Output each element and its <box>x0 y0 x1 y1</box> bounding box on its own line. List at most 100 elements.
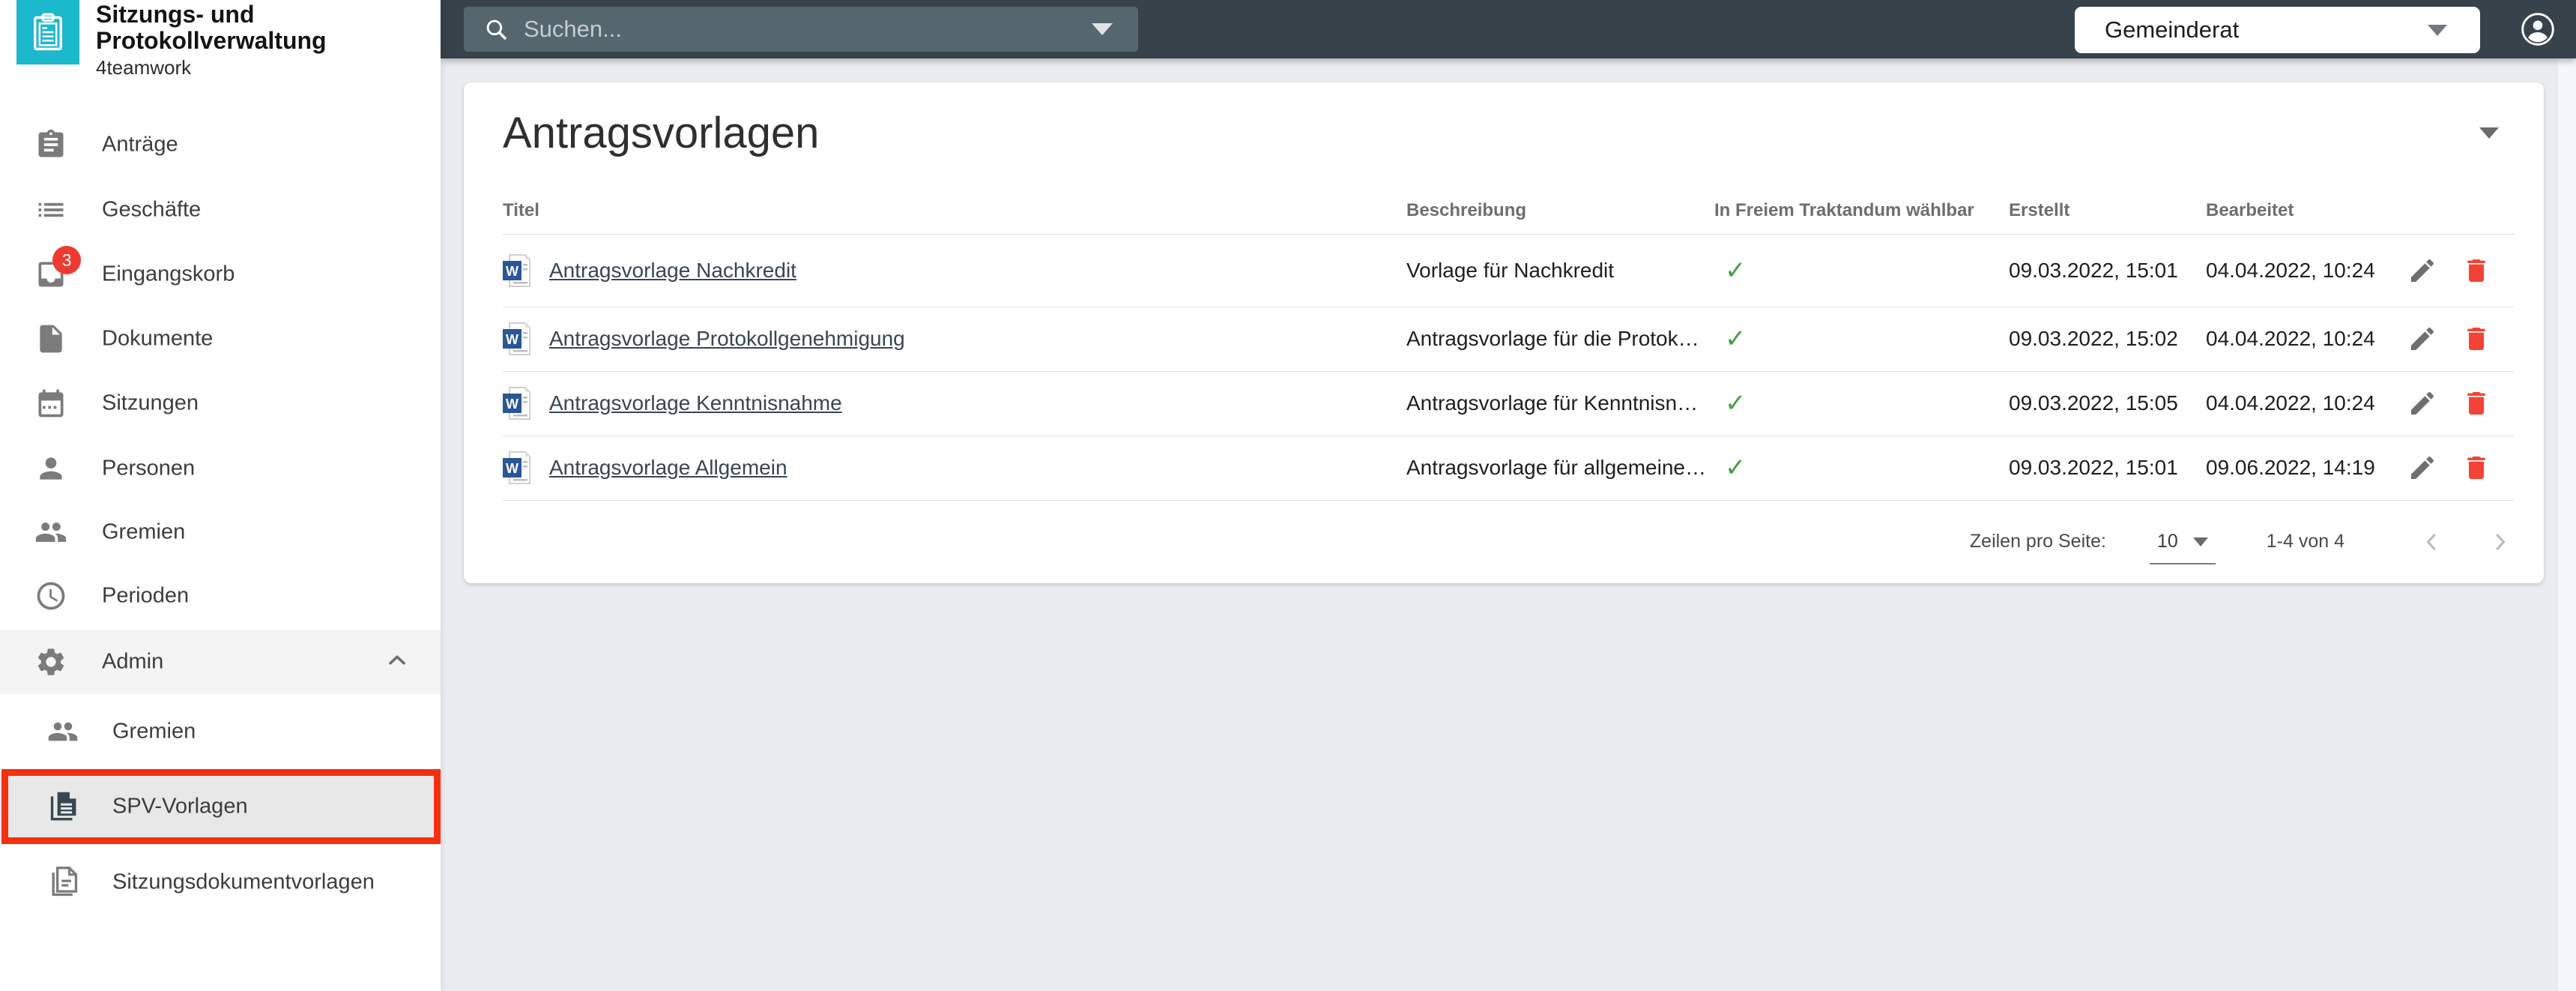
sidebar-item-antraege[interactable]: Anträge <box>0 112 441 177</box>
sidebar: Sitzungs- und Protokollverwaltung 4teamw… <box>0 0 441 991</box>
sidebar-item-label: Geschäfte <box>102 198 201 223</box>
column-header-beschreibung: Beschreibung <box>1406 200 1714 221</box>
rows-per-page-select[interactable]: 10 <box>2153 531 2213 552</box>
app-logo <box>16 0 79 64</box>
sidebar-item-label: Personen <box>102 457 195 481</box>
app-title: Sitzungs- und Protokollverwaltung 4teamw… <box>96 1 327 79</box>
clipboard-icon <box>33 127 69 163</box>
scrollbar-track[interactable] <box>2558 58 2576 991</box>
svg-text:W: W <box>506 332 518 347</box>
delete-button[interactable] <box>2461 256 2491 286</box>
delete-button[interactable] <box>2461 324 2491 354</box>
global-search[interactable] <box>464 7 1138 52</box>
word-file-icon: W <box>503 386 531 421</box>
sidebar-item-eingangskorb[interactable]: 3 Eingangskorb <box>0 242 441 307</box>
people-icon <box>33 514 69 550</box>
previous-page-button[interactable] <box>2418 528 2445 555</box>
pencil-icon <box>2407 388 2437 418</box>
cell-created: 09.03.2022, 15:05 <box>2009 391 2206 415</box>
template-link[interactable]: Antragsvorlage Protokollgenehmigung <box>549 327 905 351</box>
trash-icon <box>2461 324 2491 354</box>
sidebar-item-spv-vorlagen[interactable]: SPV-Vorlagen <box>0 772 441 841</box>
sidebar-item-sitzungen[interactable]: Sitzungen <box>0 371 441 436</box>
pencil-icon <box>2407 256 2437 286</box>
search-input[interactable] <box>522 15 1092 43</box>
sidebar-item-label: Perioden <box>102 584 189 609</box>
inbox-count-badge: 3 <box>52 246 81 274</box>
pencil-icon <box>2407 324 2437 354</box>
top-app-bar: Gemeinderat <box>441 0 2576 58</box>
document-icon <box>33 321 69 357</box>
next-page-button[interactable] <box>2487 528 2514 555</box>
template-link[interactable]: Antragsvorlage Nachkredit <box>549 259 796 283</box>
sidebar-item-admin-gremien[interactable]: Gremien <box>0 699 441 764</box>
template-link[interactable]: Antragsvorlage Kenntnisnahme <box>549 391 842 415</box>
sidebar-item-sitzungsdokumentvorlagen[interactable]: Sitzungsdokumentvorlagen <box>0 850 441 915</box>
cell-description: Antragsvorlage für allgemeine… <box>1406 456 1714 480</box>
edit-button[interactable] <box>2407 324 2437 354</box>
table-pagination: Zeilen pro Seite: 10 1-4 von 4 <box>503 500 2514 583</box>
edit-button[interactable] <box>2407 256 2437 286</box>
user-avatar-button[interactable] <box>2521 12 2555 46</box>
sidebar-item-label: SPV-Vorlagen <box>112 795 248 819</box>
card-menu-caret-icon[interactable] <box>2479 127 2499 139</box>
sidebar-item-personen[interactable]: Personen <box>0 436 441 501</box>
delete-button[interactable] <box>2461 453 2491 483</box>
edit-button[interactable] <box>2407 453 2437 483</box>
check-icon: ✓ <box>1714 256 2009 286</box>
column-header-bearbeitet: Bearbeitet <box>2206 200 2404 221</box>
app-window: Gemeinderat Sitzungs- und <box>0 0 2576 991</box>
search-dropdown-caret-icon[interactable] <box>1092 23 1113 35</box>
delete-button[interactable] <box>2461 388 2491 418</box>
clipboard-logo-icon <box>27 11 69 53</box>
table-row: W Antragsvorlage Protokollgenehmigung An… <box>503 307 2514 372</box>
person-icon <box>33 451 69 487</box>
cell-created: 09.03.2022, 15:01 <box>2009 456 2206 480</box>
clock-icon <box>33 578 69 614</box>
column-header-traktandum: In Freiem Traktandum wählbar <box>1714 200 2009 221</box>
table-row: W Antragsvorlage Nachkredit Vorlage für … <box>503 234 2514 307</box>
sidebar-item-gremien[interactable]: Gremien <box>0 500 441 564</box>
cell-modified: 04.04.2022, 10:24 <box>2206 327 2404 351</box>
chevron-up-icon <box>384 647 411 678</box>
svg-text:W: W <box>506 397 518 412</box>
documents-icon <box>45 789 81 825</box>
committee-select[interactable]: Gemeinderat <box>2075 7 2480 53</box>
word-file-icon: W <box>503 322 531 356</box>
cell-modified: 04.04.2022, 10:24 <box>2206 391 2404 415</box>
select-underline <box>2150 563 2216 564</box>
word-file-icon: W <box>503 253 531 288</box>
cell-modified: 09.06.2022, 14:19 <box>2206 456 2404 480</box>
sidebar-item-label: Gremien <box>112 720 196 744</box>
chevron-down-icon <box>2428 25 2447 36</box>
people-icon <box>45 714 81 750</box>
check-icon: ✓ <box>1714 324 2009 354</box>
sidebar-item-admin[interactable]: Admin <box>0 630 441 694</box>
app-title-line2: Protokollverwaltung <box>96 28 327 54</box>
sidebar-item-dokumente[interactable]: Dokumente <box>0 307 441 371</box>
trash-icon <box>2461 388 2491 418</box>
column-header-erstellt: Erstellt <box>2009 200 2206 221</box>
table-row: W Antragsvorlage Allgemein Antragsvorlag… <box>503 436 2514 501</box>
template-link[interactable]: Antragsvorlage Allgemein <box>549 456 787 480</box>
documents-icon <box>45 864 81 900</box>
calendar-icon <box>33 385 69 421</box>
sidebar-item-perioden[interactable]: Perioden <box>0 564 441 628</box>
sidebar-item-label: Admin <box>102 650 163 675</box>
rows-per-page-label: Zeilen pro Seite: <box>1970 531 2106 552</box>
app-vendor: 4teamwork <box>96 56 327 79</box>
table-row: W Antragsvorlage Kenntnisnahme Antragsvo… <box>503 371 2514 436</box>
check-icon: ✓ <box>1714 388 2009 418</box>
sidebar-item-geschaefte[interactable]: Geschäfte <box>0 178 441 242</box>
trash-icon <box>2461 256 2491 286</box>
trash-icon <box>2461 453 2491 483</box>
sidebar-item-label: Gremien <box>102 520 185 545</box>
list-icon <box>33 192 69 228</box>
cell-modified: 04.04.2022, 10:24 <box>2206 259 2404 283</box>
chevron-right-icon <box>2487 528 2514 555</box>
column-header-titel: Titel <box>503 200 1406 221</box>
edit-button[interactable] <box>2407 388 2437 418</box>
gear-icon <box>33 644 69 680</box>
table-header: Titel Beschreibung In Freiem Traktandum … <box>503 187 2514 235</box>
cell-description: Vorlage für Nachkredit <box>1406 259 1714 283</box>
